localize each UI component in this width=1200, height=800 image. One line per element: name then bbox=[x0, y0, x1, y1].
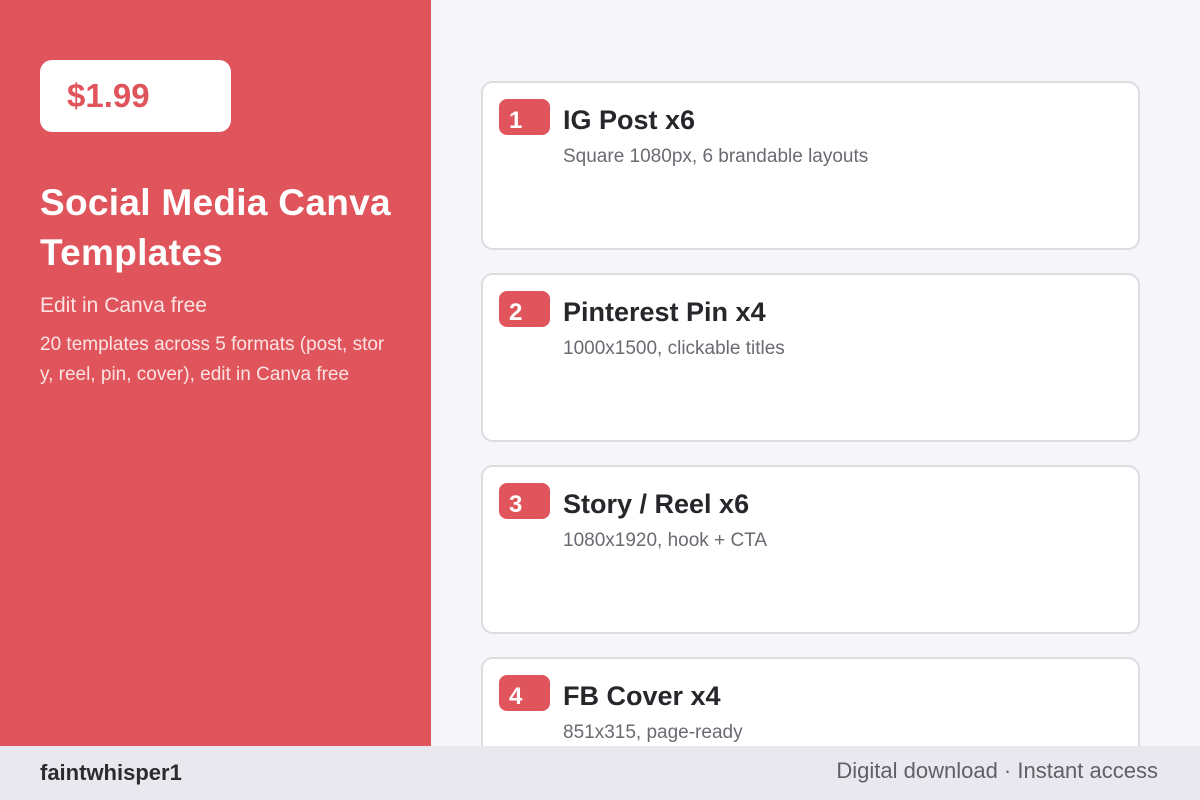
price-badge: $1.99 bbox=[40, 60, 231, 132]
item-number-badge: 4 bbox=[499, 675, 550, 711]
hero-panel: $1.99 Social Media Canva Templates Edit … bbox=[0, 0, 431, 746]
list-item: 4 FB Cover x4 851x315, page-ready bbox=[481, 657, 1140, 746]
item-title: FB Cover x4 bbox=[563, 681, 721, 711]
seller-name: faintwhisper1 bbox=[40, 760, 182, 785]
item-description: 1080x1920, hook + CTA bbox=[563, 530, 768, 551]
item-number-badge: 3 bbox=[499, 483, 550, 519]
item-number-badge: 1 bbox=[499, 99, 550, 135]
list-item: 1 IG Post x6 Square 1080px, 6 brandable … bbox=[481, 81, 1140, 250]
item-description: 1000x1500, clickable titles bbox=[563, 338, 785, 359]
item-number-badge: 2 bbox=[499, 291, 550, 327]
product-subtitle: Edit in Canva free bbox=[40, 294, 207, 317]
product-description: 20 templates across 5 formats (post, sto… bbox=[40, 334, 385, 385]
item-title: Story / Reel x6 bbox=[563, 489, 750, 519]
item-title: IG Post x6 bbox=[563, 105, 696, 135]
product-title: Social Media Canva Templates bbox=[40, 182, 391, 273]
delivery-tagline: Digital download · Instant access bbox=[836, 758, 1158, 783]
list-item: 3 Story / Reel x6 1080x1920, hook + CTA bbox=[481, 465, 1140, 634]
item-title: Pinterest Pin x4 bbox=[563, 297, 766, 327]
footer-bar: faintwhisper1 Digital download · Instant… bbox=[0, 746, 1200, 800]
item-description: Square 1080px, 6 brandable layouts bbox=[563, 146, 869, 167]
list-item: 2 Pinterest Pin x4 1000x1500, clickable … bbox=[481, 273, 1140, 442]
product-listing-page: $1.99 Social Media Canva Templates Edit … bbox=[0, 0, 1200, 800]
item-description: 851x315, page-ready bbox=[563, 722, 743, 743]
template-list: 1 IG Post x6 Square 1080px, 6 brandable … bbox=[481, 81, 1140, 746]
